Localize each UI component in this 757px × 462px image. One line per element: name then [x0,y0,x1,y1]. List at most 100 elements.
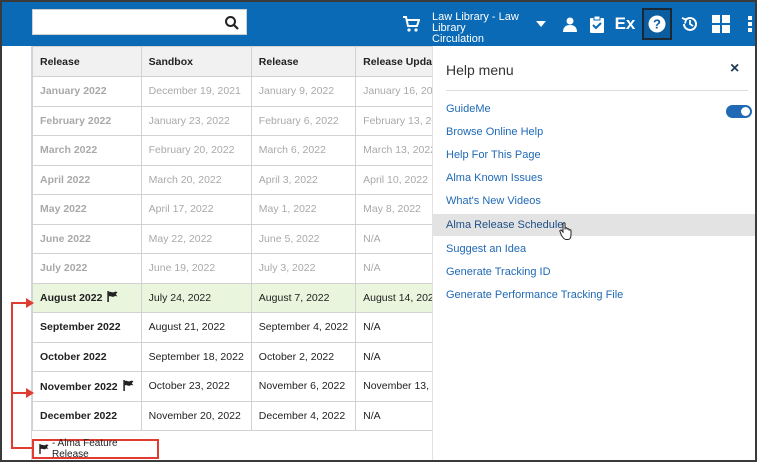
guideme-toggle[interactable] [726,105,752,118]
table-row: June 2022 May 22, 2022 June 5, 2022 N/A [32,223,464,254]
table-row: October 2022 September 18, 2022 October 2,… [32,341,464,372]
table-row: December 2022 November 20, 2022 December 4… [32,400,464,431]
release-date-cell: February 6, 2022 [250,105,357,136]
cell-text: March 6, 2022 [258,144,326,157]
ex-libris-icon[interactable]: Ex [612,2,638,46]
library-selector[interactable]: Law Library - Law Library Circulation [432,12,537,45]
help-menu-item[interactable]: GuideMe [433,98,755,120]
close-icon[interactable]: × [730,60,739,78]
cell-text: N/A [363,262,381,275]
sandbox-date-cell: July 24, 2022 [140,282,252,313]
release-date-cell: May 1, 2022 [250,194,357,225]
cell-text: August 2022 [40,292,103,305]
table-row: April 2022 March 20, 2022 April 3, 2022 Apr… [32,164,464,195]
help-menu-item[interactable]: Alma Release Schedule [433,214,755,236]
legend-label: - Alma Feature Release [52,438,118,460]
release-name-cell: March 2022 [32,135,142,166]
left-sidebar [2,46,32,460]
help-menu-item[interactable]: What's New Videos [433,190,755,212]
release-date-cell: April 3, 2022 [250,164,357,195]
release-date-cell: September 4, 2022 [250,312,357,343]
sandbox-date-cell: August 21, 2022 [140,312,252,343]
table-row: August 2022 July 24, 2022 August 7, 2022 Au… [32,282,464,313]
cell-text: July 24, 2022 [148,291,212,304]
release-name-cell: July 2022 [32,253,142,284]
cell-text: April 17, 2022 [148,203,214,216]
release-name-cell: February 2022 [32,105,142,136]
table-row: January 2022 December 19, 2021 January 9, … [32,76,464,107]
clipboard-check-icon[interactable] [585,2,609,46]
svg-text:?: ? [653,17,661,32]
more-icon[interactable] [742,2,755,46]
legend: - Alma Feature Release [32,438,159,460]
divider [446,90,748,91]
sandbox-date-cell: October 23, 2022 [140,371,252,402]
release-name-cell: June 2022 [32,223,142,254]
help-menu-item[interactable]: Suggest an Idea [433,238,755,260]
cell-text: N/A [363,350,381,363]
cell-text: June 5, 2022 [258,232,320,245]
release-name-cell: January 2022 [32,76,142,107]
cell-text: May 8, 2022 [363,203,421,216]
cell-text: October 2022 [40,350,107,363]
release-date-cell: November 6, 2022 [250,371,357,402]
help-menu-item[interactable]: Help For This Page [433,144,755,166]
cell-text: August 7, 2022 [258,291,330,304]
release-date-cell: January 9, 2022 [250,76,357,107]
help-menu-item[interactable]: Generate Tracking ID [433,261,755,283]
sandbox-date-cell: February 20, 2022 [140,135,252,166]
cell-text: N/A [363,321,381,334]
sandbox-date-cell: September 18, 2022 [140,341,252,372]
cell-text: February 2022 [40,114,112,127]
release-date-cell: July 3, 2022 [250,253,357,284]
cell-text: December 4, 2022 [258,409,346,422]
widgets-icon[interactable] [708,2,734,46]
flag-icon [107,291,118,303]
release-name-cell: September 2022 [32,312,142,343]
help-menu-item[interactable]: Alma Known Issues [433,167,755,189]
table-row: May 2022 April 17, 2022 May 1, 2022 May 8, … [32,194,464,225]
history-icon[interactable] [677,2,703,46]
sandbox-date-cell: December 19, 2021 [140,76,252,107]
cell-text: July 2022 [40,262,88,275]
cell-text: March 2022 [40,144,98,157]
cell-text: September 18, 2022 [148,350,244,363]
flag-icon [122,379,134,391]
release-date-cell: October 2, 2022 [250,341,357,372]
search-icon[interactable] [224,15,240,31]
annotation-arrow [26,388,34,398]
cell-text: October 2, 2022 [258,350,335,363]
release-date-cell: June 5, 2022 [250,223,357,254]
user-icon[interactable] [558,2,582,46]
table-row: July 2022 June 19, 2022 July 3, 2022 N/A [32,253,464,284]
annotation-bracket [11,302,13,448]
sandbox-date-cell: November 20, 2022 [140,400,252,431]
search-input[interactable] [32,9,247,35]
column-header-release: Release [32,46,142,77]
help-icon[interactable]: ? [642,8,672,40]
library-name: Law Library - Law Library [432,11,519,34]
flag-icon [39,444,49,454]
annotation-line [11,447,32,449]
sandbox-date-cell: March 20, 2022 [140,164,252,195]
help-menu-panel: Help menu × GuideMe Browse Online Help Hel… [432,46,755,460]
help-menu-item[interactable]: Browse Online Help [433,121,755,143]
sandbox-date-cell: June 19, 2022 [140,253,252,284]
caret-down-icon[interactable] [534,2,548,46]
cart-icon[interactable] [397,2,425,46]
cell-text: September 2022 [40,321,121,334]
cell-text: June 19, 2022 [148,262,216,275]
cell-text: October 23, 2022 [148,380,230,393]
cell-text: December 2022 [40,409,118,422]
column-header-sandbox: Sandbox [140,46,252,77]
cell-text: April 2022 [40,173,91,186]
table-row: February 2022 January 23, 2022 February 6,… [32,105,464,136]
cell-text: March 13, 2022 [363,144,437,157]
app-window: Law Library - Law Library Circulation Ex… [0,0,757,462]
circulation-desk: Circulation [432,33,484,45]
sandbox-date-cell: May 22, 2022 [140,223,252,254]
release-date-cell: March 6, 2022 [250,135,357,166]
release-schedule-table: Release Sandbox Release Release Update J… [32,46,464,431]
help-menu-item[interactable]: Generate Performance Tracking File [433,284,755,306]
cell-text: February 6, 2022 [258,114,339,127]
